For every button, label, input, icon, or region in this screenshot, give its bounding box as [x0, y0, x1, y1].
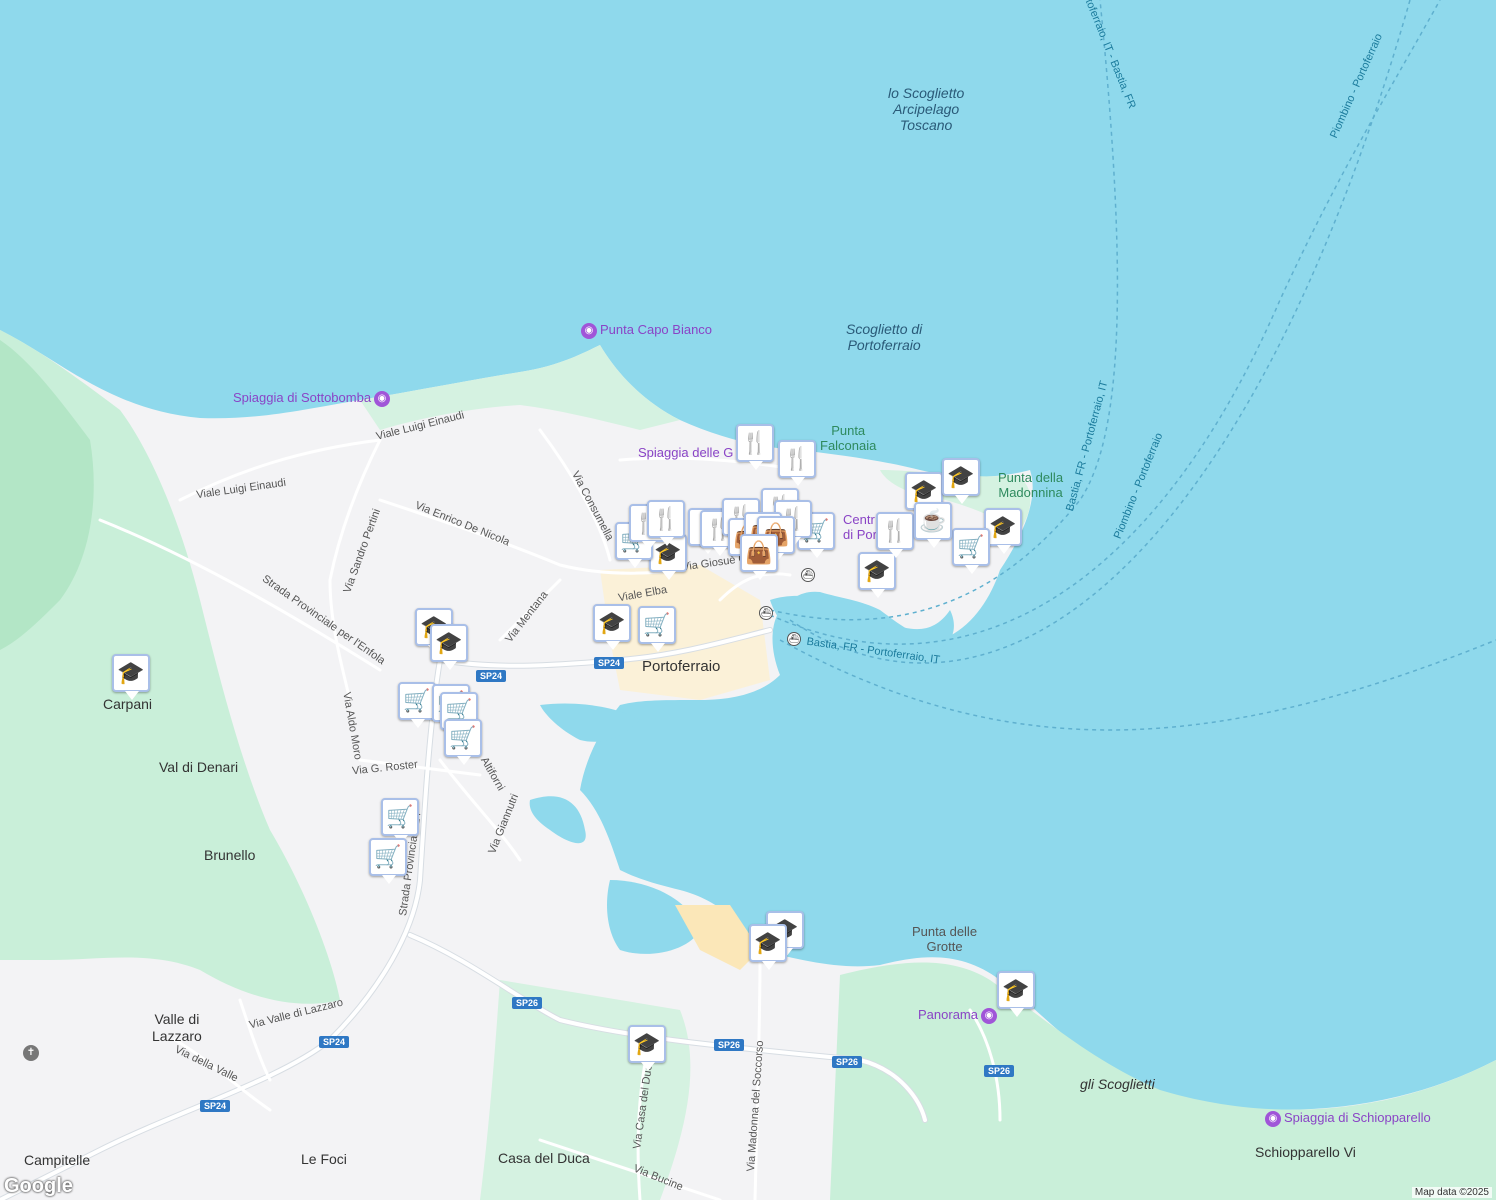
camera-icon: ◉	[980, 1007, 997, 1024]
shopping-bag-icon[interactable]: 👜	[740, 534, 778, 580]
poi-centro[interactable]: Centr di Por	[843, 512, 877, 542]
map-canvas[interactable]	[0, 0, 1496, 1200]
school-icon[interactable]: 🎓	[942, 458, 980, 504]
road-shield-sp26: SP26	[832, 1056, 863, 1068]
place-brunello[interactable]: Brunello	[204, 847, 255, 864]
shopping-cart-icon[interactable]: 🛒	[444, 719, 482, 765]
restaurant-icon[interactable]: 🍴	[778, 440, 816, 486]
ferry-terminal-icon[interactable]: ⛴	[787, 632, 801, 646]
camera-icon: ◉	[1265, 1110, 1281, 1127]
ferry-terminal-icon[interactable]: ⛴	[801, 568, 815, 582]
place-portoferraio[interactable]: Portoferraio	[642, 658, 720, 675]
poi-church[interactable]: ✝	[20, 1044, 42, 1061]
camera-icon: ◉	[581, 322, 597, 339]
school-icon[interactable]: 🎓	[628, 1025, 666, 1071]
poi-punta-capo-bianco[interactable]: ◉ Punta Capo Bianco	[578, 322, 712, 339]
school-icon[interactable]: 🎓	[112, 654, 150, 700]
place-valle-di-lazzaro[interactable]: Valle di Lazzaro	[152, 1011, 202, 1045]
cross-icon: ✝	[23, 1044, 39, 1061]
poi-spiaggia-di-schiopparello[interactable]: ◉ Spiaggia di Schiopparello	[1262, 1110, 1431, 1127]
natural-label-punta-della-madonnina: Punta della Madonnina	[998, 470, 1064, 500]
camera-icon: ◉	[374, 390, 391, 407]
school-icon[interactable]: 🎓	[593, 604, 631, 650]
shopping-cart-icon[interactable]: 🛒	[369, 838, 407, 884]
shopping-cart-icon[interactable]: 🛒	[398, 682, 436, 728]
sea-label-lo-scoglietto: lo Scoglietto Arcipelago Toscano	[888, 85, 965, 133]
restaurant-icon[interactable]: 🍴	[647, 500, 685, 546]
road-shield-sp24: SP24	[200, 1100, 231, 1112]
park-area-south-mid	[480, 980, 691, 1200]
sea-label-scoglietto-di-portoferraio: Scoglietto di Portoferraio	[846, 321, 923, 353]
place-val-di-denari[interactable]: Val di Denari	[159, 759, 238, 776]
place-campitelle[interactable]: Campitelle	[24, 1152, 90, 1169]
place-le-foci[interactable]: Le Foci	[301, 1151, 347, 1168]
place-casa-del-duca[interactable]: Casa del Duca	[498, 1150, 590, 1167]
road-shield-sp26: SP26	[714, 1039, 745, 1051]
road-shield-sp24: SP24	[319, 1036, 350, 1048]
road-shield-sp26: SP26	[984, 1065, 1015, 1077]
poi-panorama[interactable]: Panorama ◉	[918, 1007, 1000, 1024]
ferry-terminal-icon[interactable]: ⛴	[759, 606, 773, 620]
place-schiopparello[interactable]: Schiopparello Vi	[1255, 1144, 1356, 1161]
school-icon[interactable]: 🎓	[430, 624, 468, 670]
road-shield-sp26: SP26	[512, 997, 543, 1009]
google-logo: Google	[4, 1175, 73, 1197]
natural-label-punta-falconaia: Punta Falconaia	[820, 423, 877, 453]
poi-spiaggia-di-sottobomba[interactable]: Spiaggia di Sottobomba ◉	[233, 390, 393, 407]
map-attribution: Map data ©2025	[1411, 1187, 1492, 1198]
restaurant-icon[interactable]: 🍴	[736, 424, 774, 470]
shopping-cart-icon[interactable]: 🛒	[952, 528, 990, 574]
cafe-icon[interactable]: ☕	[914, 502, 952, 548]
shopping-cart-icon[interactable]: 🛒	[638, 606, 676, 652]
shopping-cart-icon[interactable]: 🛒	[381, 798, 419, 844]
road-shield-sp24: SP24	[594, 657, 625, 669]
school-icon[interactable]: 🎓	[997, 971, 1035, 1017]
school-icon[interactable]: 🎓	[749, 924, 787, 970]
natural-label-punta-delle-grotte: Punta delle Grotte	[912, 924, 978, 954]
road-shield-sp24: SP24	[476, 670, 507, 682]
place-gli-scoglietti[interactable]: gli Scoglietti	[1080, 1076, 1155, 1093]
restaurant-icon[interactable]: 🍴	[876, 512, 914, 558]
